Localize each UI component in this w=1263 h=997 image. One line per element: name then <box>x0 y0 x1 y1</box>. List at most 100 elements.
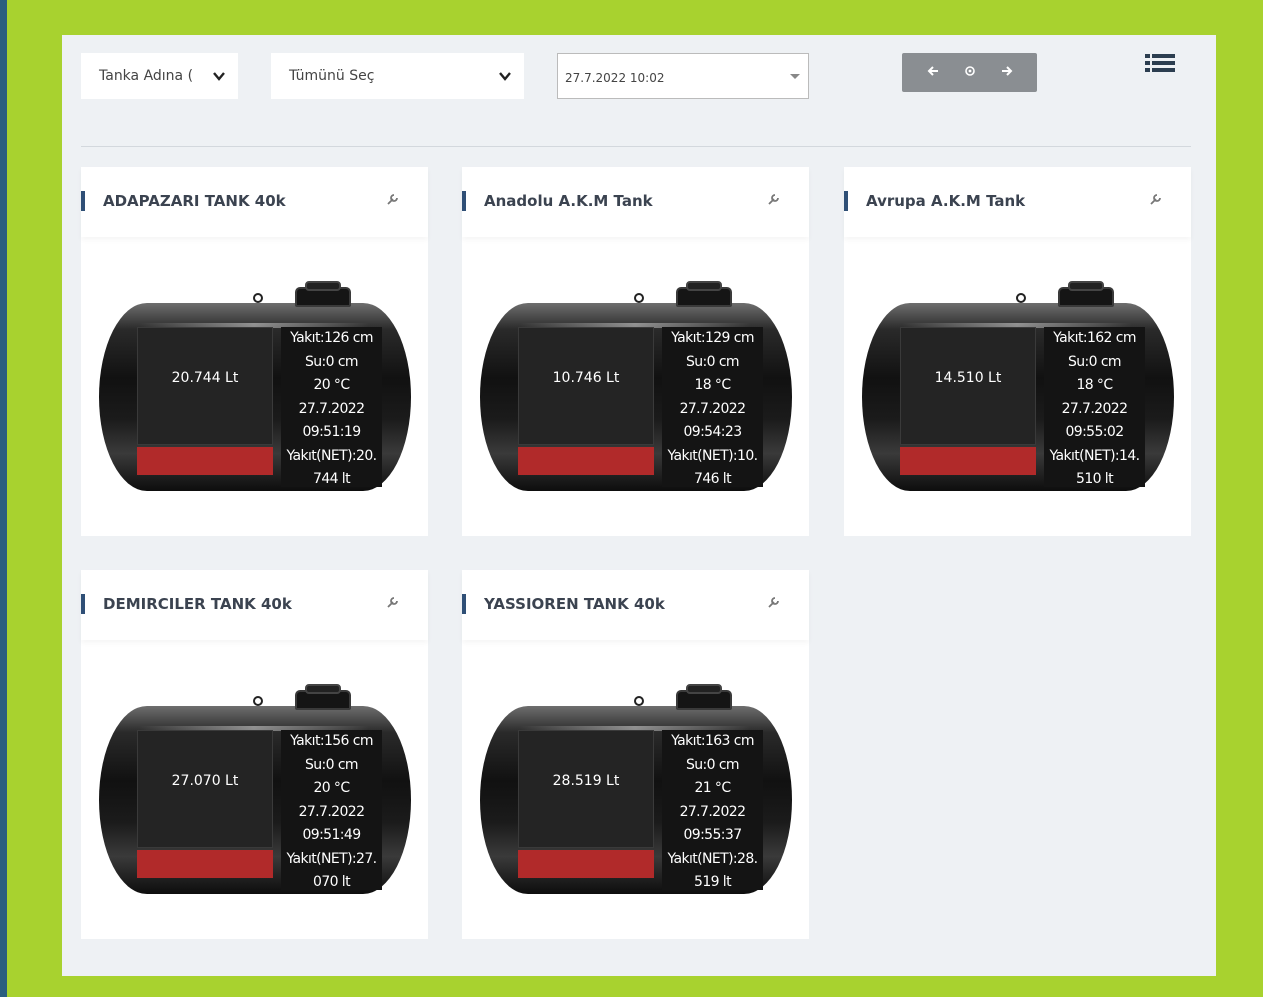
navigation-button-group <box>902 53 1037 92</box>
water-level-bar <box>518 447 654 475</box>
toolbar-divider <box>81 146 1191 147</box>
tank-cap-top <box>1068 281 1104 291</box>
accent-bar <box>844 191 848 211</box>
reading-date: 27.7.2022 <box>1061 400 1128 417</box>
temperature: 18 °C <box>694 377 731 393</box>
tank-title: Avrupa A.K.M Tank <box>866 192 1026 210</box>
tank-graphic: 14.510 Lt Yakıt:162 cm Su:0 cm 18 °C 27.… <box>862 281 1177 495</box>
reading-date: 27.7.2022 <box>298 803 365 820</box>
reading-time: 09:55:02 <box>1065 424 1124 440</box>
wrench-icon[interactable] <box>386 595 400 609</box>
tank-graphic: 28.519 Lt Yakıt:163 cm Su:0 cm 21 °C 27.… <box>480 684 795 898</box>
arrow-right-icon <box>1001 65 1012 76</box>
liters-value: 14.510 Lt <box>934 370 1002 386</box>
tank-info-panel: Yakıt:163 cm Su:0 cm 21 °C 27.7.2022 09:… <box>662 730 763 890</box>
lifting-ring <box>253 293 263 303</box>
fuel-level-box: 14.510 Lt <box>900 327 1036 445</box>
water-level-bar <box>137 850 273 878</box>
tank-title: DEMIRCILER TANK 40k <box>103 595 292 613</box>
temperature: 20 °C <box>313 780 350 796</box>
fuel-height: Yakıt:156 cm <box>290 733 373 749</box>
chevron-down-icon <box>212 53 226 118</box>
group-select[interactable]: Tümünü Seç <box>271 53 524 99</box>
liters-value: 10.746 Lt <box>552 370 620 386</box>
tank-title: ADAPAZARI TANK 40k <box>103 192 286 210</box>
tank-card: Anadolu A.K.M Tank 10.746 Lt Yakıt:129 c… <box>462 167 809 536</box>
tank-cap-top <box>686 684 722 694</box>
sort-select-value: Tanka Adına ( <box>99 68 194 84</box>
net-fuel-line2: 510 lt <box>1076 471 1114 487</box>
net-fuel-line1: Yakıt(NET):27. <box>286 850 377 867</box>
group-select-value: Tümünü Seç <box>289 68 375 84</box>
water-level-bar <box>900 447 1036 475</box>
tank-cap-top <box>686 281 722 291</box>
date-select[interactable]: 27.7.2022 10:02 <box>557 53 809 99</box>
target-icon <box>964 65 975 76</box>
reading-time: 09:51:49 <box>302 827 361 843</box>
wrench-icon[interactable] <box>767 595 781 609</box>
fuel-height: Yakıt:126 cm <box>290 330 373 346</box>
tank-card: DEMIRCILER TANK 40k 27.070 Lt Yakıt:156 … <box>81 570 428 939</box>
lifting-ring <box>1016 293 1026 303</box>
left-edge-strip <box>0 0 7 997</box>
accent-bar <box>462 594 466 614</box>
tank-card: YASSIOREN TANK 40k 28.519 Lt Yakıt:163 c… <box>462 570 809 939</box>
fuel-level-box: 27.070 Lt <box>137 730 273 848</box>
liters-value: 28.519 Lt <box>552 773 620 789</box>
list-view-icon[interactable] <box>1145 53 1177 79</box>
reading-date: 27.7.2022 <box>679 803 746 820</box>
temperature: 18 °C <box>1076 377 1113 393</box>
tank-info-panel: Yakıt:156 cm Su:0 cm 20 °C 27.7.2022 09:… <box>281 730 382 890</box>
net-fuel-line2: 519 lt <box>694 874 732 890</box>
tank-title: Anadolu A.K.M Tank <box>484 192 653 210</box>
lifting-ring <box>634 696 644 706</box>
prev-button[interactable] <box>919 65 947 81</box>
tank-card-header: Avrupa A.K.M Tank <box>844 167 1191 237</box>
reading-time: 09:54:23 <box>683 424 742 440</box>
accent-bar <box>81 191 85 211</box>
accent-bar <box>81 594 85 614</box>
arrow-left-icon <box>927 65 938 76</box>
tank-card: ADAPAZARI TANK 40k 20.744 Lt Yakıt:126 c… <box>81 167 428 536</box>
tank-card: Avrupa A.K.M Tank 14.510 Lt Yakıt:162 cm… <box>844 167 1191 536</box>
net-fuel-line1: Yakıt(NET):14. <box>1049 447 1140 464</box>
tank-cap-top <box>305 281 341 291</box>
fuel-height: Yakıt:163 cm <box>671 733 754 749</box>
liters-value: 27.070 Lt <box>171 773 239 789</box>
fuel-level-box: 10.746 Lt <box>518 327 654 445</box>
net-fuel-line1: Yakıt(NET):20. <box>286 447 377 464</box>
tank-graphic: 20.744 Lt Yakıt:126 cm Su:0 cm 20 °C 27.… <box>99 281 414 495</box>
date-select-value: 27.7.2022 10:02 <box>565 71 665 85</box>
net-fuel-line1: Yakıt(NET):28. <box>667 850 758 867</box>
wrench-icon[interactable] <box>767 192 781 206</box>
caret-down-icon <box>790 74 800 79</box>
fuel-height: Yakıt:162 cm <box>1053 330 1136 346</box>
tank-cap-top <box>305 684 341 694</box>
net-fuel-line2: 746 lt <box>694 471 732 487</box>
lifting-ring <box>253 696 263 706</box>
tank-card-header: DEMIRCILER TANK 40k <box>81 570 428 640</box>
water-level-bar <box>137 447 273 475</box>
water-height: Su:0 cm <box>686 756 740 773</box>
tank-graphic: 27.070 Lt Yakıt:156 cm Su:0 cm 20 °C 27.… <box>99 684 414 898</box>
reset-button[interactable] <box>956 65 984 81</box>
fuel-level-box: 28.519 Lt <box>518 730 654 848</box>
tank-graphic: 10.746 Lt Yakıt:129 cm Su:0 cm 18 °C 27.… <box>480 281 795 495</box>
tank-title: YASSIOREN TANK 40k <box>484 595 665 613</box>
chevron-down-icon <box>498 53 512 118</box>
tank-card-header: Anadolu A.K.M Tank <box>462 167 809 237</box>
tank-info-panel: Yakıt:126 cm Su:0 cm 20 °C 27.7.2022 09:… <box>281 327 382 487</box>
accent-bar <box>462 191 466 211</box>
lifting-ring <box>634 293 644 303</box>
water-height: Su:0 cm <box>305 353 359 370</box>
reading-time: 09:55:37 <box>683 827 742 843</box>
wrench-icon[interactable] <box>386 192 400 206</box>
wrench-icon[interactable] <box>1149 192 1163 206</box>
fuel-level-box: 20.744 Lt <box>137 327 273 445</box>
next-button[interactable] <box>993 65 1021 81</box>
reading-date: 27.7.2022 <box>679 400 746 417</box>
fuel-height: Yakıt:129 cm <box>671 330 754 346</box>
sort-select[interactable]: Tanka Adına ( <box>81 53 238 99</box>
water-height: Su:0 cm <box>1068 353 1122 370</box>
temperature: 20 °C <box>313 377 350 393</box>
